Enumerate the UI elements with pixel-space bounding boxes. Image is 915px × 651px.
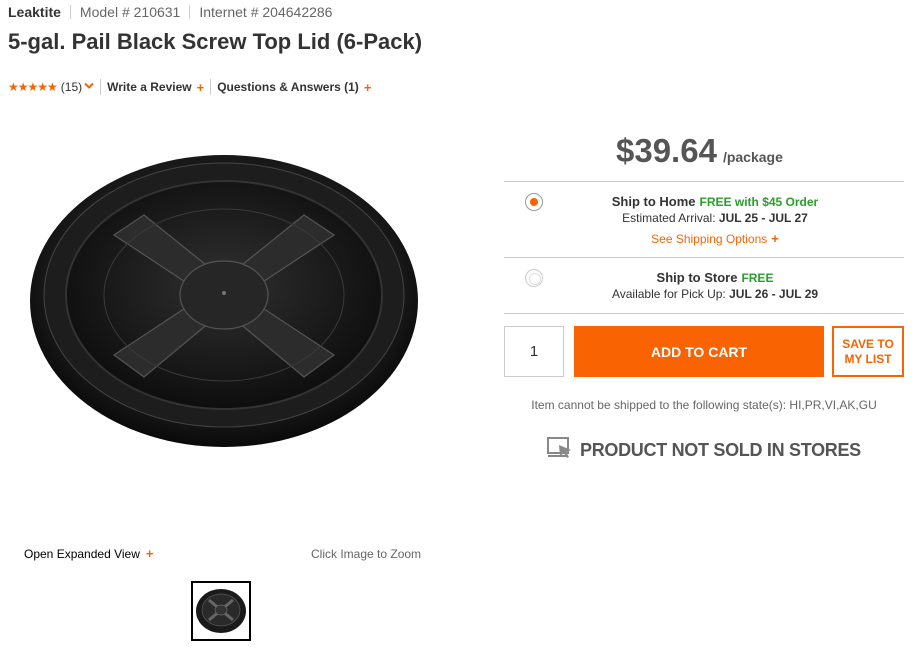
- brand-name[interactable]: Leaktite: [8, 4, 61, 20]
- pickup-dates: JUL 26 - JUL 29: [729, 287, 819, 301]
- divider: [210, 79, 212, 95]
- product-image[interactable]: [26, 155, 422, 455]
- divider: [504, 257, 904, 258]
- divider: [100, 79, 102, 95]
- free-shipping-badge: FREE with $45 Order: [699, 195, 819, 209]
- write-review-link[interactable]: Write a Review: [107, 80, 191, 94]
- product-title: 5-gal. Pail Black Screw Top Lid (6-Pack): [8, 29, 423, 54]
- price: $39.64/package: [616, 132, 783, 170]
- divider: [189, 5, 191, 19]
- store-unavailable-icon: [546, 436, 574, 465]
- see-shipping-options-link[interactable]: See Shipping Options +: [560, 231, 870, 246]
- divider: [69, 5, 71, 19]
- price-amount: $39.64: [616, 132, 717, 169]
- plus-icon: +: [145, 546, 154, 561]
- expand-label: Open Expanded View: [24, 547, 140, 561]
- shipping-options-label: See Shipping Options: [651, 232, 768, 246]
- divider: [504, 313, 904, 314]
- plus-icon[interactable]: +: [364, 80, 372, 95]
- pickup-label: Available for Pick Up:: [611, 287, 726, 301]
- plus-icon: +: [771, 231, 779, 246]
- open-expanded-view-link[interactable]: Open Expanded View +: [24, 546, 153, 561]
- chevron-down-icon[interactable]: [84, 82, 94, 93]
- internet-number: Internet # 204642286: [199, 4, 333, 20]
- arrival-dates: JUL 25 - JUL 27: [718, 211, 808, 225]
- review-count[interactable]: (15): [61, 80, 82, 94]
- product-meta: Leaktite Model # 210631 Internet # 2046422…: [8, 4, 332, 20]
- ship-store-title: Ship to Store: [656, 270, 738, 285]
- thumbnail-image[interactable]: [191, 581, 251, 641]
- shipping-restriction-note: Item cannot be shipped to the following …: [531, 398, 877, 412]
- ship-store-radio[interactable]: [525, 269, 543, 287]
- ship-home-title: Ship to Home: [611, 194, 696, 209]
- questions-answers-link[interactable]: Questions & Answers (1): [217, 80, 359, 94]
- star-rating[interactable]: ★★★★★: [8, 80, 58, 94]
- zoom-hint: Click Image to Zoom: [311, 547, 422, 561]
- plus-icon[interactable]: +: [197, 80, 205, 95]
- divider: [504, 181, 904, 182]
- add-to-cart-button[interactable]: ADD TO CART: [574, 326, 824, 377]
- not-sold-in-stores: PRODUCT NOT SOLD IN STORES: [546, 436, 861, 465]
- quantity-input[interactable]: 1: [504, 326, 564, 377]
- price-unit: /package: [722, 149, 783, 165]
- ship-home-radio[interactable]: [525, 193, 543, 211]
- not-sold-text: PRODUCT NOT SOLD IN STORES: [580, 440, 861, 460]
- rating-row: ★★★★★ (15) Write a Review + Questions & …: [8, 78, 371, 96]
- save-to-list-button[interactable]: SAVE TO MY LIST: [832, 326, 904, 377]
- ship-store-option[interactable]: Ship to Store FREE Available for Pick Up:…: [560, 270, 870, 301]
- arrival-label: Estimated Arrival:: [622, 211, 716, 225]
- free-store-badge: FREE: [741, 271, 774, 285]
- ship-home-option[interactable]: Ship to Home FREE with $45 Order Estimate…: [560, 194, 870, 246]
- model-number: Model # 210631: [79, 4, 181, 20]
